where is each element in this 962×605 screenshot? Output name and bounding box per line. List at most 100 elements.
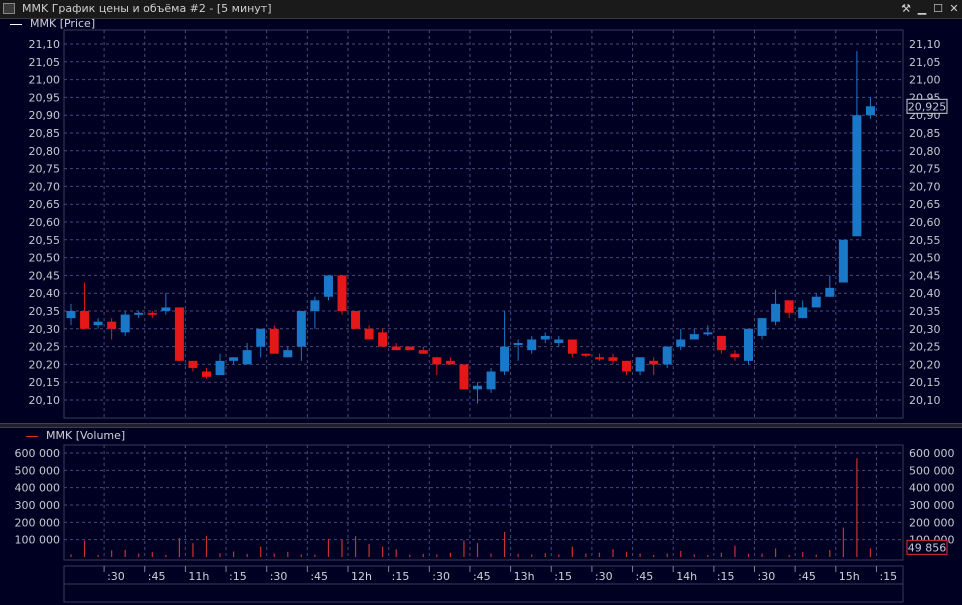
price-tick-label-right: 20,55 (909, 234, 941, 247)
candle (581, 353, 591, 358)
volume-bar-series (70, 458, 872, 557)
candle-body (215, 360, 225, 376)
candle-body (784, 300, 794, 313)
candle (730, 350, 740, 361)
candle (757, 318, 767, 340)
price-tick-label-left: 20,60 (29, 216, 61, 229)
price-tick-label-left: 20,15 (29, 376, 61, 389)
price-tick-label-left: 20,90 (29, 109, 61, 122)
volume-legend[interactable]: MMK [Volume] (26, 429, 125, 442)
candle (391, 343, 401, 351)
candle (134, 311, 144, 319)
candle (80, 282, 90, 329)
price-grid (63, 29, 904, 419)
time-tick-label: :45 (148, 570, 166, 583)
volume-legend-swatch (26, 435, 38, 437)
candle (351, 311, 361, 329)
candle (554, 335, 564, 347)
time-tick-label: :45 (636, 570, 654, 583)
candle (459, 364, 469, 390)
price-tick-label-right: 20,80 (909, 145, 941, 158)
price-tick-label-left: 20,65 (29, 198, 61, 211)
price-tick-label-right: 20,20 (909, 358, 941, 371)
price-legend-swatch (10, 23, 22, 25)
candle (703, 325, 713, 336)
price-tick-label-right: 20,35 (909, 305, 941, 318)
price-tick-label-left: 20,50 (29, 252, 61, 265)
candle-body (622, 360, 632, 372)
price-tick-label-right: 20,30 (909, 323, 941, 336)
price-volume-chart[interactable]: 21,10 21,1021,05 21,0521,00 21,0020,95 20,95… (0, 0, 962, 605)
candle (594, 353, 604, 361)
candle-body (188, 360, 198, 368)
panel-separator[interactable] (0, 423, 962, 428)
candle-body (391, 346, 401, 351)
price-tick-label-right: 21,05 (909, 56, 941, 69)
price-tick-label-right: 20,85 (909, 127, 941, 140)
volume-tick-label-right: 400 000 (909, 482, 955, 495)
candle-body (120, 314, 130, 333)
candle (323, 275, 333, 301)
time-tick-label: :15 (392, 570, 410, 583)
candle-body (107, 321, 117, 329)
candle-body (202, 371, 211, 377)
candle-body (649, 360, 659, 365)
price-tick-label-left: 20,45 (29, 269, 61, 282)
price-tick-label-left: 21,05 (29, 56, 61, 69)
last-volume-label: 49 856 (908, 541, 947, 554)
candle-body (174, 307, 184, 361)
price-tick-label-left: 20,85 (29, 127, 61, 140)
candle (838, 239, 848, 283)
candle (229, 357, 239, 365)
candle-body (229, 357, 239, 361)
candle-body (351, 311, 361, 329)
time-tick-label: :30 (432, 570, 450, 583)
candle-body (378, 332, 388, 347)
candle (811, 293, 821, 308)
candle (608, 353, 618, 365)
time-tick-label: :45 (798, 570, 816, 583)
candle-body (771, 303, 781, 322)
candle (744, 328, 753, 365)
candle (66, 303, 76, 326)
candle-body (486, 371, 496, 390)
candle (174, 307, 184, 361)
time-axis: :30:45 11h:15:30:45 12h:15:30:45 13h:15:30:… (63, 565, 904, 603)
candle (852, 51, 862, 237)
candle (513, 339, 523, 361)
price-tick-label-right: 21,00 (909, 74, 941, 87)
candlestick-series (66, 51, 875, 404)
volume-axis-labels: 600 000 600 000 500 000 500 000 400 000 400 0… (15, 447, 955, 547)
candle (120, 311, 130, 336)
price-tick-label-right: 20,45 (909, 269, 941, 282)
time-tick-label: :15 (879, 570, 897, 583)
price-tick-label-right: 20,75 (909, 163, 941, 176)
price-tick-label-left: 20,95 (29, 91, 61, 104)
price-tick-label-left: 20,30 (29, 323, 61, 336)
time-tick-label: 14h (676, 570, 697, 583)
price-legend[interactable]: MMK [Price] (10, 17, 95, 30)
candle-body (161, 307, 171, 311)
volume-tick-label-right: 600 000 (909, 447, 955, 460)
candle-body (66, 311, 76, 319)
candle (378, 328, 388, 347)
candle-body (703, 332, 713, 335)
volume-panel-frame (63, 444, 904, 561)
candle-body (540, 335, 550, 340)
candle (798, 300, 808, 319)
volume-tick-label-right: 200 000 (909, 516, 955, 529)
time-tick-label: :15 (717, 570, 735, 583)
candle-body (134, 312, 144, 315)
candle-body (147, 312, 157, 315)
price-panel-frame (63, 29, 904, 419)
volume-legend-label: MMK [Volume] (46, 429, 126, 442)
candle-body (323, 275, 333, 297)
volume-tick-label-left: 300 000 (15, 499, 61, 512)
price-tick-label-right: 20,25 (909, 341, 941, 354)
candle-body (811, 296, 821, 308)
price-tick-label-left: 20,25 (29, 341, 61, 354)
last-price-label: 20,925 (908, 100, 947, 113)
price-tick-label-left: 20,80 (29, 145, 61, 158)
candle-body (635, 357, 645, 372)
candle-body (689, 334, 699, 340)
